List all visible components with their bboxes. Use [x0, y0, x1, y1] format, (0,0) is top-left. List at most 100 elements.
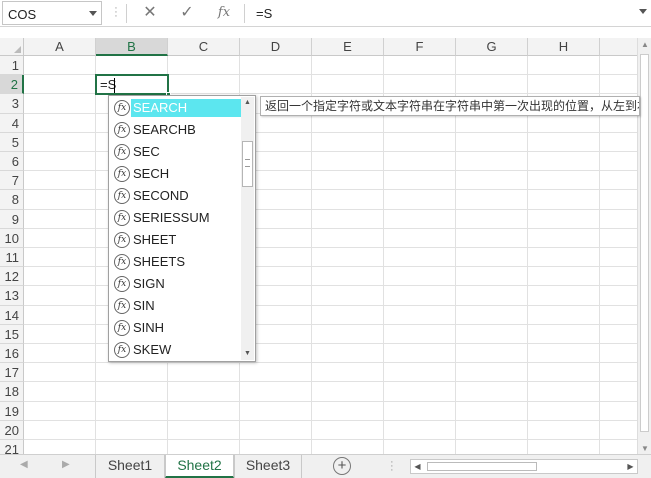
- sheet-tab-sheet1[interactable]: Sheet1: [95, 455, 165, 478]
- row-header-11[interactable]: 11: [0, 248, 24, 268]
- row-header-12[interactable]: 12: [0, 267, 24, 287]
- drag-handle-icon[interactable]: · · ·: [390, 457, 400, 476]
- row-header-16[interactable]: 16: [0, 344, 24, 364]
- scroll-thumb[interactable]: [640, 54, 649, 432]
- sheet-tab-sheet2[interactable]: Sheet2: [165, 455, 234, 478]
- autocomplete-item-label: SIGN: [133, 276, 165, 291]
- gridline: [24, 362, 637, 364]
- name-box-value: COS: [8, 7, 37, 22]
- gridline: [24, 381, 637, 383]
- active-cell[interactable]: =S: [95, 74, 171, 97]
- autocomplete-item[interactable]: fx SINH: [110, 317, 240, 339]
- row-header-19[interactable]: 19: [0, 401, 24, 421]
- autocomplete-item[interactable]: fx SHEET: [110, 229, 240, 251]
- divider: [244, 4, 245, 23]
- gridline: [599, 56, 600, 456]
- row-header-14[interactable]: 14: [0, 305, 24, 325]
- expand-formula-bar-icon[interactable]: [639, 9, 647, 14]
- chevron-down-icon[interactable]: [89, 11, 97, 16]
- scroll-thumb[interactable]: [242, 141, 253, 187]
- function-icon: fx: [114, 320, 130, 336]
- scroll-up-icon[interactable]: ▲: [241, 97, 254, 109]
- row-header-9[interactable]: 9: [0, 209, 24, 229]
- autocomplete-item[interactable]: fx SECOND: [110, 185, 240, 207]
- horizontal-scrollbar[interactable]: ◀ ▶: [410, 459, 638, 474]
- gridline: [24, 400, 637, 402]
- column-header-i[interactable]: [600, 38, 637, 56]
- autocomplete-item[interactable]: fx SERIESSUM: [110, 207, 240, 229]
- autocomplete-item[interactable]: fx SECH: [110, 163, 240, 185]
- function-autocomplete-list[interactable]: ▲ ▼ fx SEARCH fx SEARCHB fx SEC fx SECH fx SECOND…: [108, 95, 256, 362]
- autocomplete-item-label: SEC: [133, 144, 160, 159]
- scroll-up-icon[interactable]: ▲: [638, 38, 651, 52]
- row-header-10[interactable]: 10: [0, 228, 24, 248]
- select-all-button[interactable]: [0, 38, 24, 56]
- row-header-2[interactable]: 2: [0, 75, 24, 95]
- formula-text: =S: [256, 6, 273, 21]
- column-header-f[interactable]: F: [384, 38, 456, 56]
- row-header-20[interactable]: 20: [0, 420, 24, 440]
- autocomplete-item-label: SEARCH: [131, 99, 241, 117]
- row-header-3[interactable]: 3: [0, 94, 24, 114]
- row-header-17[interactable]: 17: [0, 363, 24, 383]
- insert-function-icon[interactable]: fx: [212, 3, 236, 23]
- function-icon: fx: [114, 122, 130, 138]
- column-header-d[interactable]: D: [240, 38, 312, 56]
- sheet-tab-bar: ◀ ▶ Sheet1 Sheet2 Sheet3 + · · · ◀ ▶: [0, 454, 651, 478]
- autocomplete-item[interactable]: fx SHEETS: [110, 251, 240, 273]
- row-header-5[interactable]: 5: [0, 132, 24, 152]
- autocomplete-item[interactable]: fx SEARCH: [110, 97, 241, 119]
- row-header-15[interactable]: 15: [0, 324, 24, 344]
- gridline: [455, 56, 456, 456]
- scroll-right-icon[interactable]: ▶: [624, 460, 637, 473]
- row-header-1[interactable]: 1: [0, 56, 24, 76]
- enter-icon[interactable]: ✓: [175, 3, 199, 23]
- scroll-left-icon[interactable]: ◀: [411, 460, 424, 473]
- scroll-down-icon[interactable]: ▼: [241, 348, 254, 360]
- autocomplete-item-label: SIN: [133, 298, 155, 313]
- column-header-e[interactable]: E: [312, 38, 384, 56]
- function-icon: fx: [114, 100, 130, 116]
- add-sheet-button[interactable]: +: [333, 457, 351, 475]
- column-header-h[interactable]: H: [528, 38, 600, 56]
- autocomplete-item[interactable]: fx SIGN: [110, 273, 240, 295]
- row-header-7[interactable]: 7: [0, 171, 24, 191]
- next-sheet-icon[interactable]: ▶: [62, 459, 70, 470]
- formula-bar: COS · · · ✕ ✓ fx =S: [0, 0, 651, 27]
- column-header-a[interactable]: A: [24, 38, 96, 56]
- row-header-4[interactable]: 4: [0, 113, 24, 133]
- autocomplete-item[interactable]: fx SKEW: [110, 339, 240, 361]
- cancel-icon[interactable]: ✕: [138, 3, 162, 23]
- drag-handle-icon[interactable]: · · ·: [111, 3, 121, 22]
- autocomplete-scrollbar[interactable]: ▲ ▼: [241, 97, 254, 360]
- scroll-thumb[interactable]: [427, 462, 537, 471]
- autocomplete-item[interactable]: fx SEC: [110, 141, 240, 163]
- function-icon: fx: [114, 144, 130, 160]
- function-icon: fx: [114, 342, 130, 358]
- autocomplete-item-label: SKEW: [133, 342, 172, 357]
- autocomplete-item-label: SHEETS: [133, 254, 186, 269]
- function-icon: fx: [114, 210, 130, 226]
- gridline: [24, 419, 637, 421]
- prev-sheet-icon[interactable]: ◀: [20, 459, 28, 470]
- column-header-c[interactable]: C: [168, 38, 240, 56]
- autocomplete-item-label: SECOND: [133, 188, 189, 203]
- gridline: [383, 56, 384, 456]
- row-header-8[interactable]: 8: [0, 190, 24, 210]
- autocomplete-item[interactable]: fx SEARCHB: [110, 119, 240, 141]
- formula-input[interactable]: =S: [250, 1, 630, 25]
- gridline: [311, 56, 312, 456]
- text-caret: [114, 78, 115, 93]
- autocomplete-item[interactable]: fx SIN: [110, 295, 240, 317]
- row-header-6[interactable]: 6: [0, 152, 24, 172]
- sheet-tab-sheet3[interactable]: Sheet3: [234, 455, 302, 478]
- gridline: [527, 56, 528, 456]
- function-icon: fx: [114, 232, 130, 248]
- column-header-g[interactable]: G: [456, 38, 528, 56]
- row-header-13[interactable]: 13: [0, 286, 24, 306]
- column-header-b[interactable]: B: [96, 38, 168, 56]
- row-header-18[interactable]: 18: [0, 382, 24, 402]
- name-box[interactable]: COS: [2, 1, 102, 25]
- function-icon: fx: [114, 276, 130, 292]
- divider: [126, 4, 127, 23]
